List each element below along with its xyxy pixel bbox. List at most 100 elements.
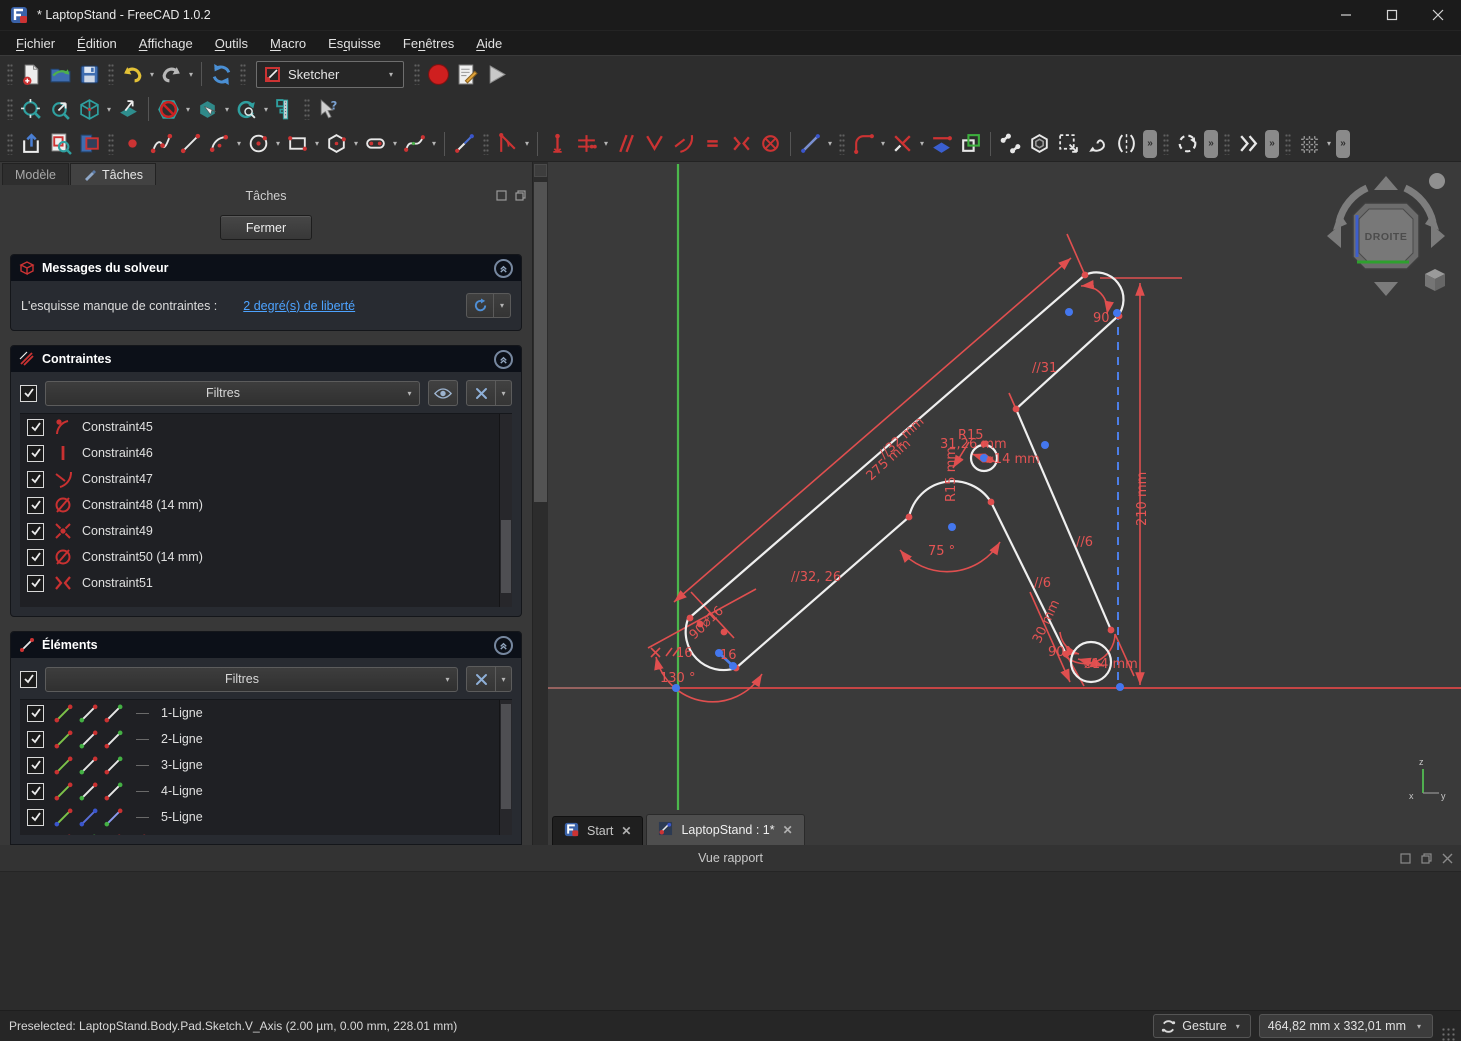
dimension-label[interactable]: 16: [676, 646, 693, 661]
create-polygon-button[interactable]: [322, 129, 351, 159]
box-selection-button[interactable]: [193, 94, 222, 124]
constraint-checkbox[interactable]: [27, 549, 44, 566]
redo-button[interactable]: [157, 59, 186, 89]
bspline-dropdown[interactable]: ▾: [429, 139, 439, 148]
create-arc-button[interactable]: [205, 129, 234, 159]
toolbar-overflow-button[interactable]: »: [1336, 130, 1350, 158]
new-document-button[interactable]: [17, 59, 46, 89]
dimension-label[interactable]: ⌀14 mm: [986, 452, 1040, 467]
element-row[interactable]: 6-Arc: [20, 830, 512, 835]
menu-esquisse[interactable]: Esquisse: [317, 33, 392, 54]
constraint-label[interactable]: Constraint51: [82, 576, 153, 590]
toolbar-grip[interactable]: [240, 63, 246, 85]
element-checkbox[interactable]: [27, 783, 44, 800]
minimize-button[interactable]: [1323, 0, 1369, 30]
arc-dropdown[interactable]: ▾: [234, 139, 244, 148]
element-row[interactable]: 4-Ligne: [20, 778, 512, 804]
element-row[interactable]: 5-Ligne: [20, 804, 512, 830]
macro-record-button[interactable]: [424, 59, 453, 89]
constraint-checkbox[interactable]: [27, 497, 44, 514]
dimension-button[interactable]: [493, 129, 522, 159]
construction-mode-button[interactable]: [796, 129, 825, 159]
constraint-row[interactable]: Constraint48 (14 mm): [20, 492, 512, 518]
element-checkbox[interactable]: [27, 835, 44, 836]
menu-fichier[interactable]: Fichier: [5, 33, 66, 54]
dimension-label[interactable]: 16: [720, 648, 737, 663]
constraints-settings-button[interactable]: [466, 380, 496, 406]
dof-link[interactable]: 2 degré(s) de liberté: [243, 299, 355, 313]
toolbar-overflow-button[interactable]: »: [1204, 130, 1218, 158]
constraint-checkbox[interactable]: [27, 575, 44, 592]
maximize-button[interactable]: [1369, 0, 1415, 30]
panel-scrollbar[interactable]: [532, 162, 548, 845]
macro-run-button[interactable]: [482, 59, 511, 89]
dimension-label[interactable]: //31: [1032, 361, 1057, 376]
fillet-button[interactable]: [849, 129, 878, 159]
constraint-checkbox[interactable]: [27, 523, 44, 540]
redo-dropdown[interactable]: ▾: [186, 70, 196, 79]
construction-geometry[interactable]: [648, 234, 1182, 702]
constraint-row[interactable]: Constraint50 (14 mm): [20, 544, 512, 570]
elements-scrollbar[interactable]: [499, 700, 512, 835]
constraint-label[interactable]: Constraint48 (14 mm): [82, 498, 203, 512]
join-curves-button[interactable]: [996, 129, 1025, 159]
select-elements-button[interactable]: [1054, 129, 1083, 159]
constraint-label[interactable]: Constraint46: [82, 446, 153, 460]
constraint-label[interactable]: Constraint47: [82, 472, 153, 486]
resize-grip[interactable]: [1441, 1027, 1455, 1041]
symmetry-tool-button[interactable]: [1112, 129, 1141, 159]
dimension-dropdown[interactable]: ▾: [522, 139, 532, 148]
dimension-label[interactable]: 90°: [1048, 645, 1071, 660]
grid-dropdown[interactable]: ▾: [1324, 139, 1334, 148]
dimension-label[interactable]: ⌀14 mm: [1084, 657, 1138, 672]
constraint-label[interactable]: Constraint45: [82, 420, 153, 434]
menu-affichage[interactable]: Affichage: [128, 33, 204, 54]
dimension-label[interactable]: R15 mm: [944, 447, 959, 502]
horizontal-constraint-button[interactable]: [572, 129, 601, 159]
toolbar-grip[interactable]: [1163, 133, 1169, 155]
dimension-label[interactable]: 130 °: [660, 671, 695, 686]
menu-aide[interactable]: Aide: [465, 33, 513, 54]
constraint-row[interactable]: Constraint47: [20, 466, 512, 492]
element-label[interactable]: 2-Ligne: [161, 732, 203, 746]
zoom-selection-button[interactable]: [46, 94, 75, 124]
view-dropdown[interactable]: ▾: [104, 105, 114, 114]
tab-taches[interactable]: Tâches: [70, 163, 156, 185]
select-view-button[interactable]: [114, 94, 143, 124]
parallel-constraint-button[interactable]: [611, 129, 640, 159]
element-row[interactable]: 3-Ligne: [20, 752, 512, 778]
fit-all-button[interactable]: [17, 94, 46, 124]
undo-button[interactable]: [118, 59, 147, 89]
fillet-dropdown[interactable]: ▾: [878, 139, 888, 148]
navigation-mode-selector[interactable]: Gesture ▾: [1153, 1014, 1250, 1038]
vertical-distance-button[interactable]: [543, 129, 572, 159]
menu-edition[interactable]: Édition: [66, 33, 128, 54]
sync-view-button[interactable]: [232, 94, 261, 124]
close-tab-icon[interactable]: ✕: [621, 824, 631, 838]
undock-panel-icon[interactable]: [515, 190, 526, 201]
sketch-geometry[interactable]: [686, 272, 1124, 682]
tab-modele[interactable]: Modèle: [2, 163, 69, 185]
refresh-button[interactable]: [207, 59, 236, 89]
open-document-button[interactable]: [46, 59, 75, 89]
toolbar-grip[interactable]: [304, 98, 310, 120]
constraint-checkbox[interactable]: [27, 445, 44, 462]
undo-dropdown[interactable]: ▾: [147, 70, 157, 79]
toolbar-grip[interactable]: [108, 63, 114, 85]
save-button[interactable]: [75, 59, 104, 89]
dimension-label[interactable]: //6: [1076, 535, 1093, 550]
constraint-row[interactable]: Constraint51: [20, 570, 512, 596]
report-content[interactable]: [0, 871, 1461, 1010]
solver-refresh-button[interactable]: [466, 293, 494, 318]
create-line-button[interactable]: [176, 129, 205, 159]
create-rectangle-button[interactable]: [283, 129, 312, 159]
box-selection-dropdown[interactable]: ▾: [222, 105, 232, 114]
block-constraint-button[interactable]: [756, 129, 785, 159]
toolbar-grip[interactable]: [414, 63, 420, 85]
polar-transform-button[interactable]: [1083, 129, 1112, 159]
measure-button[interactable]: [271, 94, 300, 124]
workbench-selector[interactable]: Sketcher ▾: [256, 61, 404, 88]
toolbar-grip[interactable]: [483, 133, 489, 155]
element-checkbox[interactable]: [27, 731, 44, 748]
constraint-label[interactable]: Constraint50 (14 mm): [82, 550, 203, 564]
